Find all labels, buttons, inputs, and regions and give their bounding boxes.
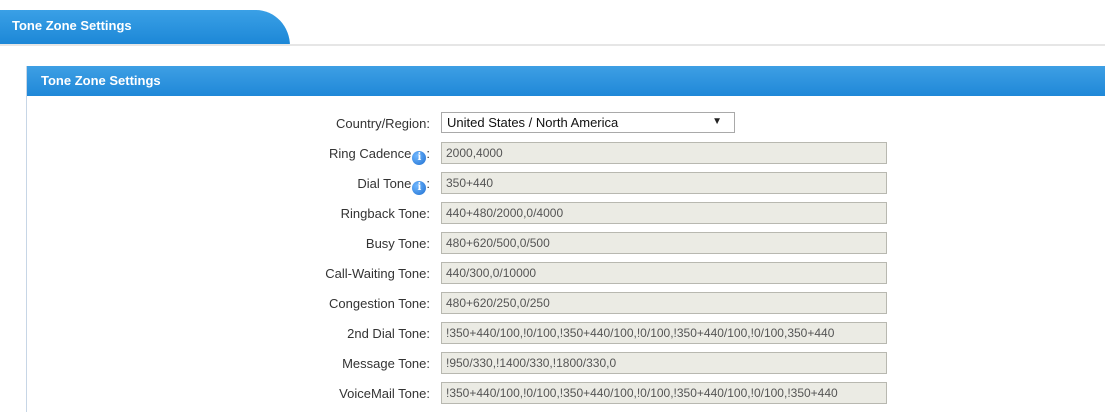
row-voicemail-tone: VoiceMail Tone: !350+440/100,!0/100,!350…: [27, 382, 1105, 404]
ringback-tone-label: Ringback Tone:: [340, 206, 430, 221]
message-tone-field[interactable]: !950/330,!1400/330,!1800/330,0: [441, 352, 887, 374]
panel-title: Tone Zone Settings: [41, 73, 161, 88]
dial-tone-label: Dial Tone i:: [357, 176, 430, 195]
voicemail-tone-label: VoiceMail Tone:: [339, 386, 430, 401]
tab-tone-zone-settings[interactable]: Tone Zone Settings: [0, 10, 290, 46]
tone-zone-panel: Tone Zone Settings Country/Region: Unite…: [26, 66, 1105, 412]
ringback-tone-field[interactable]: 440+480/2000,0/4000: [441, 202, 887, 224]
ring-cadence-label: Ring Cadence i:: [328, 146, 430, 165]
row-busy-tone: Busy Tone: 480+620/500,0/500: [27, 232, 1105, 254]
congestion-tone-field[interactable]: 480+620/250,0/250: [441, 292, 887, 314]
row-second-dial-tone: 2nd Dial Tone: !350+440/100,!0/100,!350+…: [27, 322, 1105, 344]
voicemail-tone-field[interactable]: !350+440/100,!0/100,!350+440/100,!0/100,…: [441, 382, 887, 404]
row-country: Country/Region: United States / North Am…: [27, 112, 1105, 134]
second-dial-tone-field[interactable]: !350+440/100,!0/100,!350+440/100,!0/100,…: [441, 322, 887, 344]
row-call-waiting-tone: Call-Waiting Tone: 440/300,0/10000: [27, 262, 1105, 284]
panel-header: Tone Zone Settings: [27, 66, 1105, 96]
tab-label: Tone Zone Settings: [12, 18, 132, 33]
country-label: Country/Region:: [336, 116, 430, 131]
row-congestion-tone: Congestion Tone: 480+620/250,0/250: [27, 292, 1105, 314]
busy-tone-label: Busy Tone:: [365, 236, 430, 251]
message-tone-label: Message Tone:: [342, 356, 430, 371]
info-icon[interactable]: i: [412, 151, 427, 165]
call-waiting-tone-label: Call-Waiting Tone:: [325, 266, 430, 281]
row-message-tone: Message Tone: !950/330,!1400/330,!1800/3…: [27, 352, 1105, 374]
row-dial-tone: Dial Tone i: 350+440: [27, 172, 1105, 195]
second-dial-tone-label: 2nd Dial Tone:: [347, 326, 430, 341]
dial-tone-field[interactable]: 350+440: [441, 172, 887, 194]
call-waiting-tone-field[interactable]: 440/300,0/10000: [441, 262, 887, 284]
congestion-tone-label: Congestion Tone:: [329, 296, 430, 311]
tab-divider: [0, 44, 1105, 46]
row-ring-cadence: Ring Cadence i: 2000,4000: [27, 142, 1105, 165]
info-icon[interactable]: i: [412, 181, 427, 195]
dropdown-caret-icon: ▼: [712, 116, 722, 127]
country-select[interactable]: United States / North America ▼: [441, 112, 735, 133]
ring-cadence-field[interactable]: 2000,4000: [441, 142, 887, 164]
row-ringback-tone: Ringback Tone: 440+480/2000,0/4000: [27, 202, 1105, 224]
top-tab-bar: Tone Zone Settings: [0, 0, 1105, 46]
busy-tone-field[interactable]: 480+620/500,0/500: [441, 232, 887, 254]
country-select-value: United States / North America: [447, 115, 619, 130]
